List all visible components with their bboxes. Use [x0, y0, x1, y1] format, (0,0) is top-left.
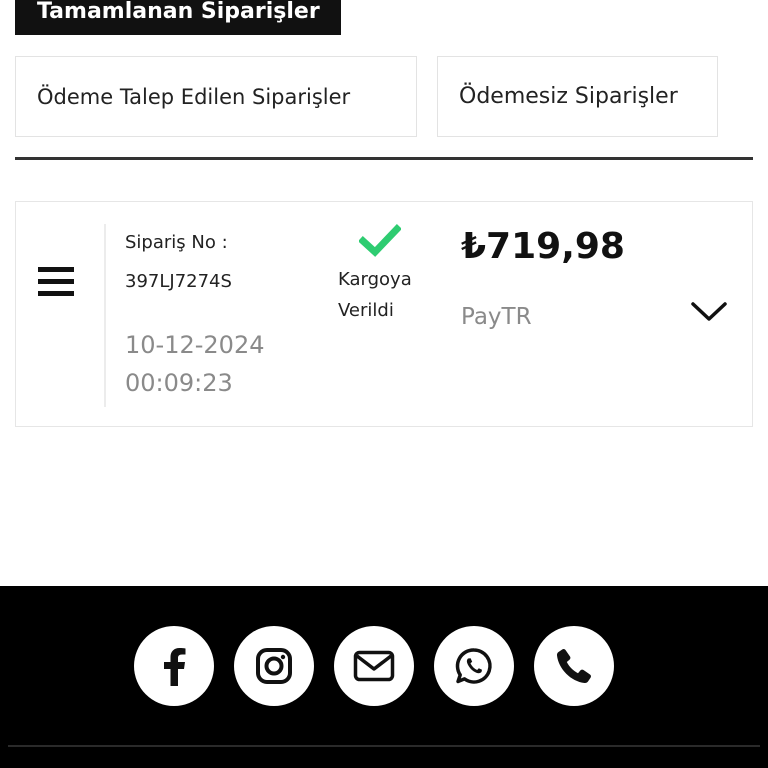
order-number: 397LJ7274S [125, 271, 232, 292]
tab-payment-requested-orders[interactable]: Ödeme Talep Edilen Siparişler [15, 56, 417, 137]
menu-icon[interactable] [38, 266, 74, 298]
order-status: Kargoya Verildi [338, 269, 412, 321]
card-separator [104, 224, 106, 407]
order-date: 10-12-2024 [125, 331, 265, 359]
order-card: Sipariş No : 397LJ7274S 10-12-2024 00:09… [15, 201, 753, 427]
instagram-icon[interactable] [234, 626, 314, 706]
footer-divider [8, 745, 760, 747]
footer [0, 586, 768, 768]
payment-method: PayTR [461, 304, 532, 330]
divider [15, 157, 753, 160]
order-price: ₺719,98 [461, 226, 625, 267]
tab-completed-orders[interactable]: Tamamlanan Siparişler [15, 0, 341, 35]
facebook-icon[interactable] [134, 626, 214, 706]
phone-icon[interactable] [534, 626, 614, 706]
order-time: 00:09:23 [125, 369, 233, 397]
whatsapp-icon[interactable] [434, 626, 514, 706]
order-number-label: Sipariş No : [125, 232, 228, 253]
chevron-down-icon[interactable] [689, 300, 729, 324]
check-icon [359, 224, 401, 257]
mail-icon[interactable] [334, 626, 414, 706]
tab-unpaid-orders[interactable]: Ödemesiz Siparişler [437, 56, 718, 137]
